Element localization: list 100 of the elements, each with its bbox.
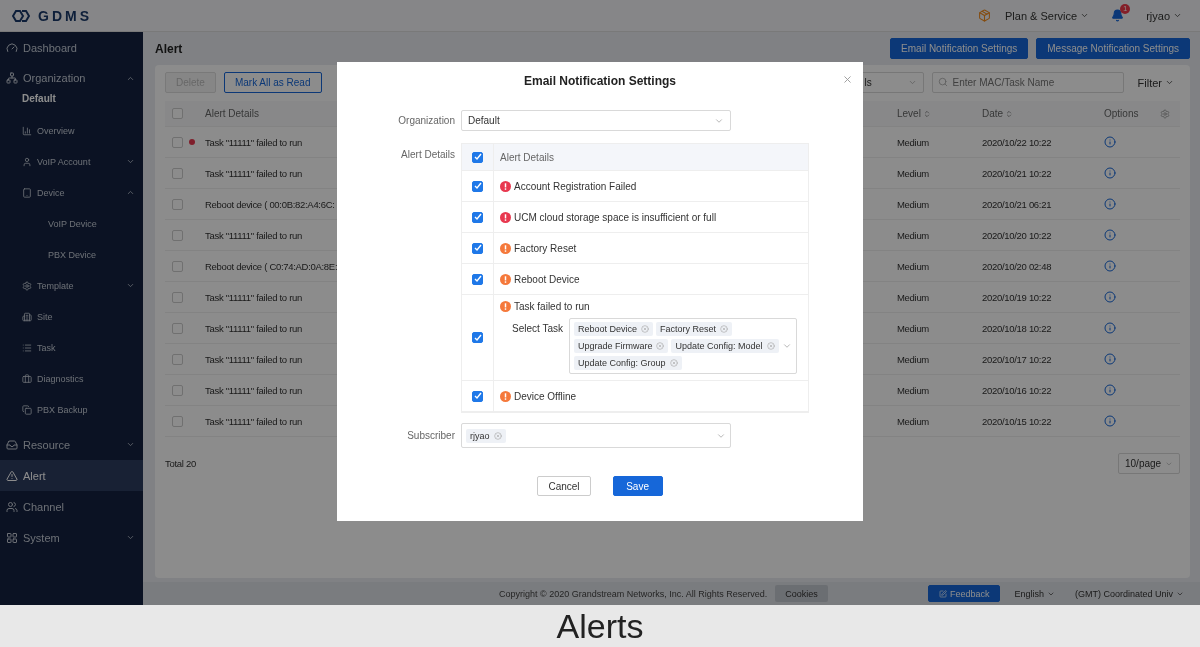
checkbox[interactable] — [171, 229, 183, 241]
dialog-button[interactable]: Save — [612, 476, 663, 496]
field-label: Select Task — [512, 322, 563, 336]
remove-icon[interactable] — [720, 325, 729, 333]
page-title: Alert — [155, 41, 184, 56]
checkbox[interactable] — [171, 167, 183, 179]
people-icon — [6, 500, 18, 513]
sidebar-item[interactable]: System — [0, 522, 143, 553]
checkbox[interactable] — [171, 136, 183, 148]
field-label: Subscriber — [406, 430, 455, 441]
sidebar-item[interactable]: Resource — [0, 429, 143, 460]
table-cell: Medium — [897, 322, 929, 334]
checkbox[interactable] — [472, 242, 483, 254]
bell-icon[interactable] — [1111, 9, 1125, 22]
table-cell: 2020/10/21 10:22 — [982, 167, 1052, 179]
building-icon — [22, 311, 32, 322]
remove-icon[interactable] — [656, 342, 665, 350]
checkbox[interactable] — [171, 198, 183, 210]
checkbox[interactable] — [472, 151, 483, 163]
info-icon[interactable] — [1104, 291, 1116, 303]
info-icon[interactable] — [1104, 322, 1116, 334]
logo-icon — [12, 8, 30, 23]
sidebar-item[interactable]: Site — [0, 301, 143, 332]
checkbox[interactable] — [171, 384, 183, 396]
checkbox[interactable] — [472, 332, 483, 343]
bar-chart-icon — [22, 125, 32, 136]
field-label: Organization — [397, 115, 455, 126]
task-tag: Upgrade Firmware — [573, 339, 669, 353]
sidebar-item[interactable]: Alert — [0, 460, 143, 491]
sidebar-item[interactable]: Template — [0, 270, 143, 301]
user-menu[interactable]: rjyao — [1140, 9, 1188, 22]
checkbox[interactable] — [171, 322, 183, 334]
close-icon — [842, 74, 853, 85]
checkbox[interactable] — [472, 390, 483, 402]
alert-type-label: Reboot Device — [514, 273, 580, 285]
checkbox[interactable] — [171, 415, 183, 427]
close-button[interactable] — [842, 74, 853, 85]
checkbox[interactable] — [171, 108, 183, 119]
checkbox[interactable] — [472, 180, 483, 192]
checkbox[interactable] — [472, 273, 483, 285]
sidebar-item[interactable]: PBX Backup — [0, 394, 143, 425]
column-header: Alert Details — [500, 151, 555, 163]
checkbox[interactable] — [472, 211, 483, 223]
checkbox[interactable] — [171, 260, 183, 272]
info-icon[interactable] — [1104, 198, 1116, 210]
feedback-button[interactable]: Feedback — [927, 585, 1001, 602]
language-menu[interactable]: English — [1008, 588, 1061, 599]
notification-settings-button[interactable]: Message Notification Settings — [1036, 38, 1190, 59]
table-cell: Medium — [897, 136, 929, 148]
subscriber-select[interactable]: rjyao — [461, 423, 731, 448]
sidebar-item[interactable]: VoIP Account — [0, 146, 143, 177]
briefcase-icon — [22, 373, 32, 384]
inbox-icon — [6, 438, 18, 451]
table-cell: Medium — [897, 353, 929, 365]
info-icon[interactable] — [1104, 167, 1116, 179]
plan-menu[interactable]: Plan & Service — [999, 9, 1096, 22]
sidebar-item[interactable]: VoIP Device — [0, 208, 143, 239]
info-icon[interactable] — [1104, 384, 1116, 396]
search-field[interactable]: Enter MAC/Task Name — [931, 72, 1124, 93]
task-tag: Update Config: Model — [671, 339, 779, 353]
sidebar-item[interactable]: Dashboard — [0, 32, 143, 63]
filter-button[interactable]: Filter — [1131, 76, 1180, 89]
checkbox[interactable] — [171, 353, 183, 365]
remove-icon[interactable] — [669, 359, 678, 367]
modal-title: Email Notification Settings — [523, 74, 677, 90]
organization-name: Default — [21, 93, 57, 106]
sidebar-item[interactable]: Overview — [0, 115, 143, 146]
sidebar-item[interactable]: PBX Device — [0, 239, 143, 270]
task-select[interactable]: Reboot Device Factory Reset Upgrade Firmware Update Config: Model Update Config: Group — [568, 318, 797, 374]
remove-icon[interactable] — [766, 342, 775, 350]
table-cell: Medium — [897, 291, 929, 303]
chevron-down-icon — [1080, 11, 1090, 20]
dialog-button[interactable]: Cancel — [537, 476, 591, 496]
table-cell: Task "11111" failed to run — [205, 415, 302, 427]
cookies-button[interactable]: Cookies — [775, 585, 828, 602]
remove-icon[interactable] — [641, 325, 649, 333]
info-icon[interactable] — [1104, 229, 1116, 241]
field-label: Alert Details — [400, 148, 455, 160]
sidebar-item[interactable]: Organization — [0, 63, 143, 93]
settings-icon — [22, 280, 32, 291]
table-cell: Task "11111" failed to run — [205, 229, 302, 241]
info-icon[interactable] — [1104, 136, 1116, 148]
remove-icon[interactable] — [493, 431, 502, 440]
sidebar-item[interactable]: Diagnostics — [0, 363, 143, 394]
sidebar-item[interactable]: Task — [0, 332, 143, 363]
notification-settings-button[interactable]: Email Notification Settings — [890, 38, 1029, 59]
timezone-menu[interactable]: (GMT) Coordinated Univ — [1068, 588, 1190, 599]
info-icon[interactable] — [1104, 260, 1116, 272]
info-icon[interactable] — [1104, 353, 1116, 365]
table-cell: Task "11111" failed to run — [205, 136, 302, 148]
page-size-select[interactable]: 10/page — [1118, 453, 1180, 474]
settings-icon[interactable] — [1160, 108, 1170, 119]
search-icon — [937, 77, 948, 87]
device-icon — [22, 187, 32, 198]
info-icon[interactable] — [1104, 415, 1116, 427]
toolbar-button[interactable]: Mark All as Read — [223, 72, 322, 93]
sidebar-item[interactable]: Device — [0, 177, 143, 208]
checkbox[interactable] — [171, 291, 183, 303]
organization-select[interactable]: Default — [461, 110, 731, 131]
sidebar-item[interactable]: Channel — [0, 491, 143, 522]
